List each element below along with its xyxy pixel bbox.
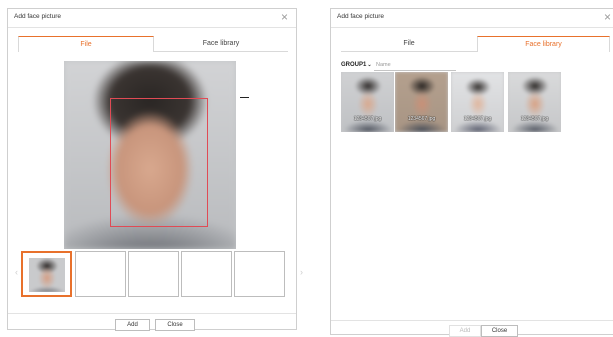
tab-file[interactable]: File	[341, 36, 477, 52]
library-item[interactable]: 1234567.jpg	[395, 72, 448, 132]
library-item-name: 1234567.jpg	[463, 116, 492, 122]
thumbnail-slot-3[interactable]	[128, 251, 179, 297]
add-face-dialog-library: Add face picture × File Face library GRO…	[330, 8, 613, 337]
crop-handle[interactable]	[240, 97, 249, 98]
face-preview-image	[64, 61, 236, 249]
thumbnail-slot-2[interactable]	[75, 251, 126, 297]
footer-divider	[8, 313, 296, 314]
dialog-title: Add face picture	[337, 13, 384, 20]
thumbnail-slot-4[interactable]	[181, 251, 232, 297]
tab-face-library[interactable]: Face library	[154, 36, 288, 52]
face-photo	[451, 72, 504, 132]
face-photo	[508, 72, 561, 132]
tab-face-library[interactable]: Face library	[477, 36, 610, 52]
library-item[interactable]: 1234567.jpg	[341, 72, 394, 132]
name-search-input[interactable]	[374, 60, 456, 71]
dialog-titlebar: Add face picture ×	[331, 9, 613, 28]
add-button[interactable]: Add	[115, 319, 150, 331]
library-item-name: 1234567.jpg	[353, 116, 382, 122]
close-icon[interactable]: ×	[604, 10, 611, 24]
close-icon[interactable]: ×	[281, 10, 288, 24]
library-item[interactable]: 1234567.jpg	[508, 72, 561, 132]
tab-file[interactable]: File	[18, 36, 154, 52]
prev-arrow-icon[interactable]: ‹	[15, 267, 18, 277]
tab-bar: File Face library	[341, 36, 610, 52]
close-button[interactable]: Close	[155, 319, 195, 331]
footer-divider	[331, 320, 613, 321]
group-dropdown-value: GROUP1	[341, 62, 367, 68]
library-item-name: 1234567.jpg	[520, 116, 549, 122]
add-button-disabled: Add	[449, 325, 481, 337]
thumbnail-slot-1[interactable]	[21, 251, 72, 297]
add-face-dialog-file: Add face picture × File Face library ‹ ›…	[7, 8, 303, 331]
chevron-down-icon: ⌄	[367, 62, 372, 68]
thumbnail-face	[29, 258, 65, 292]
thumbnail-strip: ‹ ›	[15, 251, 303, 297]
tab-bar: File Face library	[18, 36, 288, 52]
next-arrow-icon[interactable]: ›	[300, 267, 303, 277]
group-dropdown[interactable]: GROUP1⌄	[341, 62, 372, 68]
face-photo	[395, 72, 448, 132]
face-detection-box[interactable]	[110, 98, 208, 227]
library-item[interactable]: 1234567.jpg	[451, 72, 504, 132]
dialog-titlebar: Add face picture ×	[8, 9, 296, 28]
face-photo	[341, 72, 394, 132]
dialog-title: Add face picture	[14, 13, 61, 20]
library-item-name: 1234567.jpg	[407, 116, 436, 122]
thumbnail-slot-5[interactable]	[234, 251, 285, 297]
close-button[interactable]: Close	[481, 325, 518, 337]
